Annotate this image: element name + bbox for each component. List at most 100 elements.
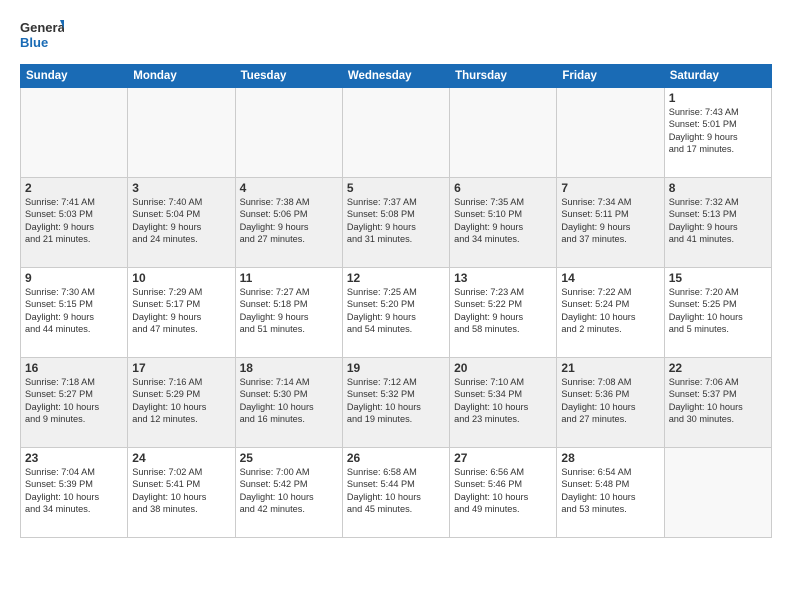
calendar-cell: 21Sunrise: 7:08 AM Sunset: 5:36 PM Dayli… xyxy=(557,358,664,448)
calendar-cell: 5Sunrise: 7:37 AM Sunset: 5:08 PM Daylig… xyxy=(342,178,449,268)
day-info: Sunrise: 7:37 AM Sunset: 5:08 PM Dayligh… xyxy=(347,196,445,246)
day-number: 1 xyxy=(669,91,767,105)
day-number: 16 xyxy=(25,361,123,375)
calendar-header-friday: Friday xyxy=(557,65,664,88)
calendar-week-1: 1Sunrise: 7:43 AM Sunset: 5:01 PM Daylig… xyxy=(21,88,772,178)
calendar-cell: 22Sunrise: 7:06 AM Sunset: 5:37 PM Dayli… xyxy=(664,358,771,448)
calendar-week-2: 2Sunrise: 7:41 AM Sunset: 5:03 PM Daylig… xyxy=(21,178,772,268)
day-info: Sunrise: 6:56 AM Sunset: 5:46 PM Dayligh… xyxy=(454,466,552,516)
day-info: Sunrise: 7:00 AM Sunset: 5:42 PM Dayligh… xyxy=(240,466,338,516)
day-number: 10 xyxy=(132,271,230,285)
calendar-cell: 4Sunrise: 7:38 AM Sunset: 5:06 PM Daylig… xyxy=(235,178,342,268)
calendar-cell xyxy=(342,88,449,178)
calendar-cell: 28Sunrise: 6:54 AM Sunset: 5:48 PM Dayli… xyxy=(557,448,664,538)
day-info: Sunrise: 7:43 AM Sunset: 5:01 PM Dayligh… xyxy=(669,106,767,156)
calendar-cell: 23Sunrise: 7:04 AM Sunset: 5:39 PM Dayli… xyxy=(21,448,128,538)
day-number: 28 xyxy=(561,451,659,465)
calendar-cell: 9Sunrise: 7:30 AM Sunset: 5:15 PM Daylig… xyxy=(21,268,128,358)
day-info: Sunrise: 6:58 AM Sunset: 5:44 PM Dayligh… xyxy=(347,466,445,516)
day-number: 19 xyxy=(347,361,445,375)
day-number: 6 xyxy=(454,181,552,195)
calendar-cell: 16Sunrise: 7:18 AM Sunset: 5:27 PM Dayli… xyxy=(21,358,128,448)
day-number: 11 xyxy=(240,271,338,285)
calendar-week-3: 9Sunrise: 7:30 AM Sunset: 5:15 PM Daylig… xyxy=(21,268,772,358)
day-info: Sunrise: 7:38 AM Sunset: 5:06 PM Dayligh… xyxy=(240,196,338,246)
day-number: 7 xyxy=(561,181,659,195)
day-number: 27 xyxy=(454,451,552,465)
day-info: Sunrise: 7:25 AM Sunset: 5:20 PM Dayligh… xyxy=(347,286,445,336)
calendar-cell xyxy=(21,88,128,178)
calendar-header-wednesday: Wednesday xyxy=(342,65,449,88)
day-number: 26 xyxy=(347,451,445,465)
logo-svg: General Blue xyxy=(20,16,64,54)
calendar-cell: 25Sunrise: 7:00 AM Sunset: 5:42 PM Dayli… xyxy=(235,448,342,538)
calendar-cell: 13Sunrise: 7:23 AM Sunset: 5:22 PM Dayli… xyxy=(450,268,557,358)
calendar-cell: 1Sunrise: 7:43 AM Sunset: 5:01 PM Daylig… xyxy=(664,88,771,178)
calendar-cell: 14Sunrise: 7:22 AM Sunset: 5:24 PM Dayli… xyxy=(557,268,664,358)
calendar-cell: 27Sunrise: 6:56 AM Sunset: 5:46 PM Dayli… xyxy=(450,448,557,538)
page: General Blue SundayMondayTuesdayWednesda… xyxy=(0,0,792,612)
day-info: Sunrise: 7:06 AM Sunset: 5:37 PM Dayligh… xyxy=(669,376,767,426)
calendar-week-5: 23Sunrise: 7:04 AM Sunset: 5:39 PM Dayli… xyxy=(21,448,772,538)
day-info: Sunrise: 7:10 AM Sunset: 5:34 PM Dayligh… xyxy=(454,376,552,426)
calendar-cell: 8Sunrise: 7:32 AM Sunset: 5:13 PM Daylig… xyxy=(664,178,771,268)
day-info: Sunrise: 7:34 AM Sunset: 5:11 PM Dayligh… xyxy=(561,196,659,246)
day-number: 12 xyxy=(347,271,445,285)
day-number: 9 xyxy=(25,271,123,285)
day-number: 20 xyxy=(454,361,552,375)
day-info: Sunrise: 7:18 AM Sunset: 5:27 PM Dayligh… xyxy=(25,376,123,426)
calendar-header-tuesday: Tuesday xyxy=(235,65,342,88)
calendar-cell: 17Sunrise: 7:16 AM Sunset: 5:29 PM Dayli… xyxy=(128,358,235,448)
calendar-cell: 12Sunrise: 7:25 AM Sunset: 5:20 PM Dayli… xyxy=(342,268,449,358)
day-info: Sunrise: 7:30 AM Sunset: 5:15 PM Dayligh… xyxy=(25,286,123,336)
day-info: Sunrise: 7:35 AM Sunset: 5:10 PM Dayligh… xyxy=(454,196,552,246)
calendar-cell xyxy=(128,88,235,178)
calendar-cell: 26Sunrise: 6:58 AM Sunset: 5:44 PM Dayli… xyxy=(342,448,449,538)
calendar-header-sunday: Sunday xyxy=(21,65,128,88)
day-info: Sunrise: 7:27 AM Sunset: 5:18 PM Dayligh… xyxy=(240,286,338,336)
day-number: 17 xyxy=(132,361,230,375)
calendar-cell: 20Sunrise: 7:10 AM Sunset: 5:34 PM Dayli… xyxy=(450,358,557,448)
day-number: 2 xyxy=(25,181,123,195)
calendar-cell xyxy=(235,88,342,178)
calendar-cell: 11Sunrise: 7:27 AM Sunset: 5:18 PM Dayli… xyxy=(235,268,342,358)
calendar-cell: 18Sunrise: 7:14 AM Sunset: 5:30 PM Dayli… xyxy=(235,358,342,448)
day-number: 18 xyxy=(240,361,338,375)
calendar-cell: 7Sunrise: 7:34 AM Sunset: 5:11 PM Daylig… xyxy=(557,178,664,268)
calendar-header-saturday: Saturday xyxy=(664,65,771,88)
calendar-header-thursday: Thursday xyxy=(450,65,557,88)
day-info: Sunrise: 7:22 AM Sunset: 5:24 PM Dayligh… xyxy=(561,286,659,336)
calendar-cell xyxy=(557,88,664,178)
calendar-cell xyxy=(450,88,557,178)
calendar-cell: 2Sunrise: 7:41 AM Sunset: 5:03 PM Daylig… xyxy=(21,178,128,268)
day-number: 14 xyxy=(561,271,659,285)
day-number: 25 xyxy=(240,451,338,465)
day-info: Sunrise: 7:20 AM Sunset: 5:25 PM Dayligh… xyxy=(669,286,767,336)
header: General Blue xyxy=(20,16,772,54)
day-number: 23 xyxy=(25,451,123,465)
day-number: 24 xyxy=(132,451,230,465)
day-number: 8 xyxy=(669,181,767,195)
calendar-header-monday: Monday xyxy=(128,65,235,88)
day-info: Sunrise: 7:29 AM Sunset: 5:17 PM Dayligh… xyxy=(132,286,230,336)
day-info: Sunrise: 7:41 AM Sunset: 5:03 PM Dayligh… xyxy=(25,196,123,246)
day-info: Sunrise: 7:14 AM Sunset: 5:30 PM Dayligh… xyxy=(240,376,338,426)
day-info: Sunrise: 7:04 AM Sunset: 5:39 PM Dayligh… xyxy=(25,466,123,516)
calendar-cell xyxy=(664,448,771,538)
day-number: 4 xyxy=(240,181,338,195)
calendar-cell: 3Sunrise: 7:40 AM Sunset: 5:04 PM Daylig… xyxy=(128,178,235,268)
day-info: Sunrise: 7:16 AM Sunset: 5:29 PM Dayligh… xyxy=(132,376,230,426)
day-info: Sunrise: 7:08 AM Sunset: 5:36 PM Dayligh… xyxy=(561,376,659,426)
day-number: 5 xyxy=(347,181,445,195)
calendar-cell: 6Sunrise: 7:35 AM Sunset: 5:10 PM Daylig… xyxy=(450,178,557,268)
calendar-table: SundayMondayTuesdayWednesdayThursdayFrid… xyxy=(20,64,772,538)
day-info: Sunrise: 7:32 AM Sunset: 5:13 PM Dayligh… xyxy=(669,196,767,246)
day-number: 21 xyxy=(561,361,659,375)
day-info: Sunrise: 7:40 AM Sunset: 5:04 PM Dayligh… xyxy=(132,196,230,246)
calendar-header-row: SundayMondayTuesdayWednesdayThursdayFrid… xyxy=(21,65,772,88)
svg-text:Blue: Blue xyxy=(20,35,48,50)
svg-text:General: General xyxy=(20,20,64,35)
day-number: 22 xyxy=(669,361,767,375)
day-number: 13 xyxy=(454,271,552,285)
day-number: 3 xyxy=(132,181,230,195)
